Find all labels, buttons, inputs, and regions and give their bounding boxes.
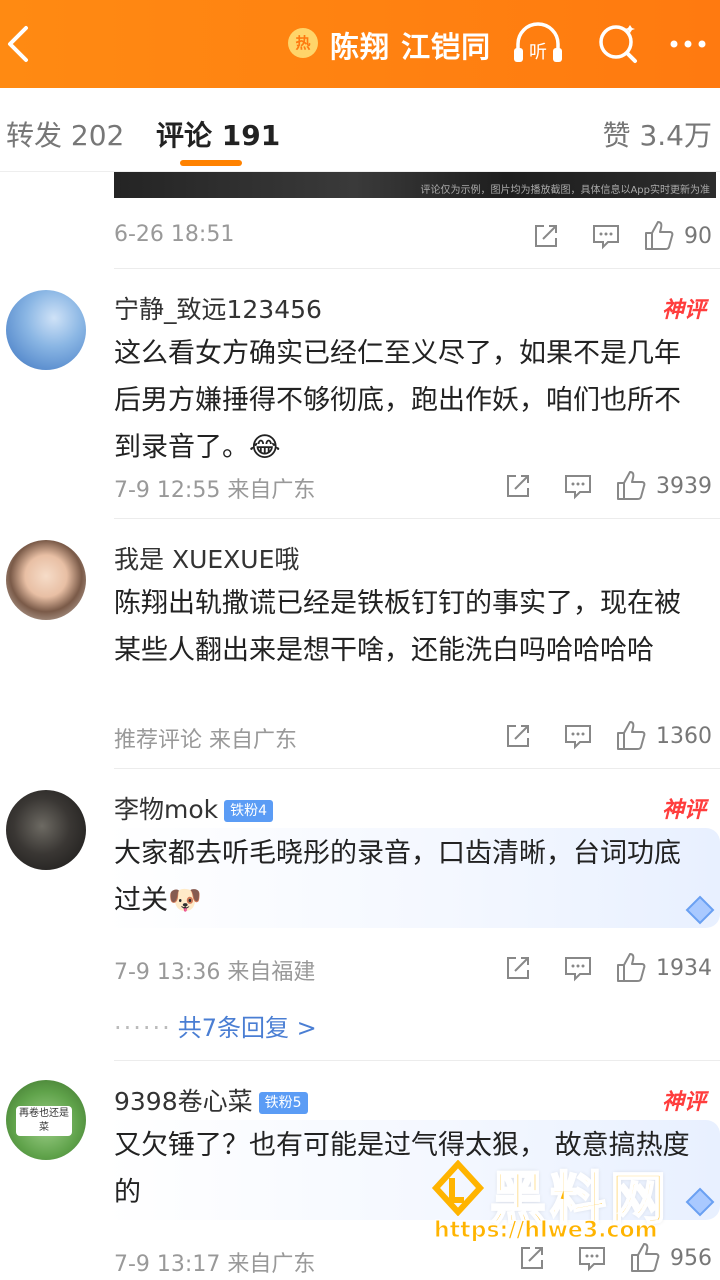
like-button[interactable]: 90 [642, 219, 712, 253]
divider [114, 518, 720, 519]
search-icon[interactable] [590, 20, 646, 68]
top-comment-tag: 神评 [661, 1090, 706, 1115]
like-button[interactable]: 3939 [614, 469, 712, 503]
fan-level-badge: 铁粉5 [258, 1092, 308, 1114]
active-tab-indicator [180, 160, 242, 166]
view-replies-link[interactable]: ······ 共7条回复 > [114, 1008, 317, 1043]
watermark-logo-icon [431, 1160, 485, 1216]
comment-image[interactable]: 评论仅为示例，图片均为播放截图，具体信息以App实时更新为准 [114, 172, 716, 198]
back-icon[interactable] [0, 20, 40, 68]
top-comment-tag: 神评 [661, 298, 706, 323]
topic-title[interactable]: 陈翔 江铠同 [330, 24, 491, 66]
avatar[interactable] [6, 540, 86, 620]
watermark-url: https://hlwe3.com [434, 1218, 659, 1244]
top-comment-tag: 神评 [661, 798, 706, 823]
comment-actions: 3939 [488, 466, 712, 506]
tab-comment[interactable]: 评论 191 [156, 114, 280, 154]
username-row[interactable]: 李物mok 铁粉4 [114, 790, 274, 826]
comment-meta: 推荐评论 来自广东 [114, 728, 297, 753]
reply-icon[interactable] [576, 216, 636, 256]
hot-badge-icon: 热 [288, 28, 318, 58]
comment-text[interactable]: 这么看女方确实已经仁至义尽了，如果不是几年后男方嫌捶得不够彻底，跑出作妖，咱们也… [114, 330, 704, 471]
tab-like[interactable]: 赞 3.4万 [603, 114, 712, 154]
comment-meta: 6-26 18:51 [114, 222, 235, 247]
like-button[interactable]: 1934 [614, 951, 712, 985]
share-icon[interactable] [488, 716, 548, 756]
comment-meta: 7-9 13:17 来自广东 [114, 1252, 316, 1277]
avatar-sign: 再卷也还是菜 [16, 1106, 72, 1136]
like-count: 1360 [656, 723, 712, 749]
username-row[interactable]: 9398卷心菜 铁粉5 [114, 1082, 308, 1118]
share-icon[interactable] [488, 466, 548, 506]
reply-icon[interactable] [548, 466, 608, 506]
thumbs-up-icon [645, 221, 674, 250]
comment-text[interactable]: 陈翔出轨撒谎已经是铁板钉钉的事实了，现在被某些人翻出来是想干啥，还能洗白吗哈哈哈… [114, 580, 704, 674]
tab-repost[interactable]: 转发 202 [6, 114, 124, 154]
comment-meta: 7-9 12:55 来自广东 [114, 478, 316, 503]
username[interactable]: 9398卷心菜 [114, 1087, 253, 1116]
reply-icon[interactable] [548, 948, 608, 988]
username[interactable]: 宁静_致远123456 [114, 290, 322, 326]
top-bar: 热 陈翔 江铠同 听 [0, 0, 720, 88]
image-caption: 评论仅为示例，图片均为播放截图，具体信息以App实时更新为准 [420, 185, 710, 196]
replies-label[interactable]: 共7条回复 > [178, 1014, 317, 1042]
like-count: 3939 [656, 473, 712, 499]
avatar[interactable]: 再卷也还是菜 [6, 1080, 86, 1160]
comment-meta: 7-9 13:36 来自福建 [114, 960, 316, 985]
like-button[interactable]: 1360 [614, 719, 712, 753]
more-icon[interactable] [664, 20, 720, 68]
like-count: 90 [684, 223, 712, 249]
share-icon[interactable] [516, 216, 576, 256]
fan-level-badge: 铁粉4 [224, 800, 274, 822]
username[interactable]: 李物mok [114, 795, 218, 824]
thumbs-up-icon [617, 471, 646, 500]
reply-icon[interactable] [548, 716, 608, 756]
thumbs-up-icon [617, 953, 646, 982]
thumbs-up-icon [617, 721, 646, 750]
divider [114, 768, 720, 769]
share-icon[interactable] [488, 948, 548, 988]
divider [114, 268, 720, 269]
comment-actions: 90 [516, 216, 712, 256]
tab-bar: 转发 202 评论 191 赞 3.4万 [0, 88, 720, 172]
like-count: 1934 [656, 955, 712, 981]
svg-text:听: 听 [529, 42, 547, 63]
avatar[interactable] [6, 790, 86, 870]
listen-icon[interactable]: 听 [510, 20, 566, 68]
comment-text[interactable]: 大家都去听毛晓彤的录音，口齿清晰，台词功底过关🐶 [114, 830, 704, 924]
divider [114, 1060, 720, 1061]
username[interactable]: 我是 XUEXUE哦 [114, 540, 299, 576]
avatar[interactable] [6, 290, 86, 370]
watermark: 黑料网 https://hlwe3.com [430, 1160, 720, 1250]
comment-actions: 1934 [488, 948, 712, 988]
dots-icon: ······ [114, 1014, 172, 1042]
comment-actions: 1360 [488, 716, 712, 756]
